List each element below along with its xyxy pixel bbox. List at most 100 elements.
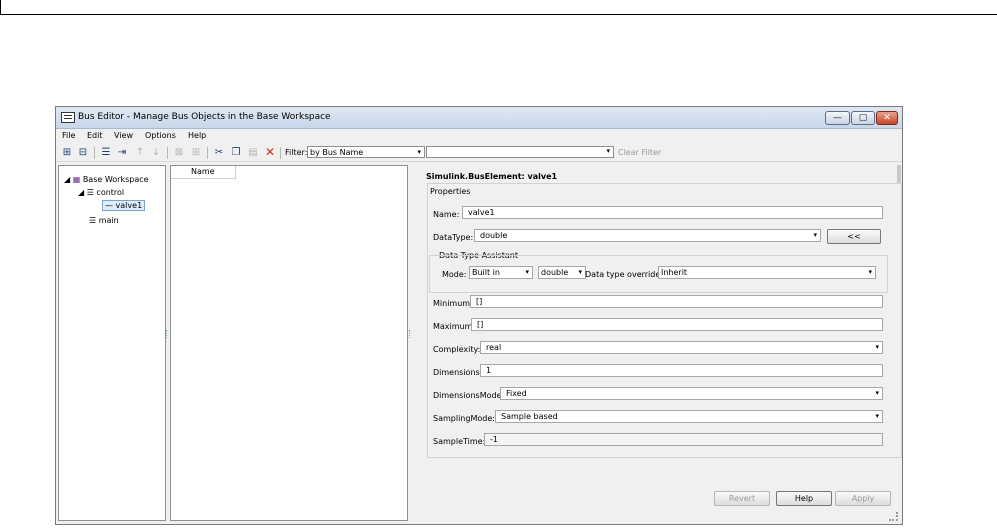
add-element-icon[interactable]: ⇥ bbox=[116, 147, 128, 158]
tree-item-label: control bbox=[96, 188, 125, 197]
properties-pane: Simulink.BusElement: valve1 Properties N… bbox=[412, 165, 902, 521]
tree-item-valve1[interactable]: — valve1 bbox=[102, 200, 146, 211]
toolbar-separator bbox=[280, 147, 281, 159]
properties-group-label: Properties bbox=[430, 187, 471, 196]
dimensions-value: 1 bbox=[486, 366, 492, 375]
chevron-down-icon: ▾ bbox=[417, 148, 421, 156]
tree-root[interactable]: ◢ ▦ Base Workspace bbox=[64, 175, 149, 184]
move-up-icon[interactable]: ↑ bbox=[134, 147, 146, 158]
dimensionsmode-value: Fixed bbox=[506, 389, 527, 398]
chevron-down-icon: ▾ bbox=[525, 268, 529, 276]
bus-icon: ☰ bbox=[89, 216, 97, 225]
workspace-icon: ▦ bbox=[72, 175, 81, 184]
datatype-value: double bbox=[480, 231, 508, 240]
new-bus-icon[interactable]: ⊞ bbox=[61, 147, 73, 158]
menu-view[interactable]: View bbox=[114, 131, 133, 140]
chevron-down-icon: ▾ bbox=[813, 231, 817, 239]
toolbar-separator bbox=[94, 147, 95, 159]
bus-editor-app-icon bbox=[61, 112, 75, 123]
dimensions-field[interactable]: 1 bbox=[480, 364, 883, 377]
expand-triangle-icon[interactable]: ◢ bbox=[78, 188, 84, 197]
filter-label: Filter: bbox=[285, 148, 308, 157]
collapse-icon[interactable]: ⊞ bbox=[190, 147, 202, 158]
copy-icon[interactable]: ❐ bbox=[230, 147, 242, 158]
menu-bar: File Edit View Options Help bbox=[56, 130, 902, 142]
page-rule-vertical bbox=[0, 0, 1, 15]
complexity-select[interactable]: real ▾ bbox=[480, 341, 883, 354]
cut-icon[interactable]: ✂ bbox=[213, 147, 225, 158]
minimize-button[interactable]: — bbox=[825, 111, 850, 125]
help-button[interactable]: Help bbox=[776, 491, 832, 506]
data-type-override-select[interactable]: Inherit ▾ bbox=[658, 266, 876, 279]
data-type-override-label: Data type override: bbox=[585, 270, 663, 279]
mode-value: Built in bbox=[472, 268, 500, 277]
datatype-select[interactable]: double ▾ bbox=[474, 229, 821, 242]
new-bus-element-icon[interactable]: ⊟ bbox=[77, 147, 89, 158]
name-field[interactable]: valve1 bbox=[462, 206, 883, 219]
tree-item-control[interactable]: ◢ ☰ control bbox=[78, 188, 124, 197]
datatype-label: DataType: bbox=[433, 233, 474, 242]
tree-root-label: Base Workspace bbox=[82, 175, 149, 184]
toolbar: ⊞ ⊟ ☰ ⇥ ↑ ↓ ⊠ ⊞ ✂ ❐ ▤ ✕ Filter: by Bus N… bbox=[56, 144, 902, 162]
maximum-field[interactable]: [] bbox=[471, 318, 883, 331]
samplingmode-label: SamplingMode: bbox=[433, 414, 495, 423]
maximum-label: Maximum: bbox=[433, 322, 476, 331]
filter-mode-value: by Bus Name bbox=[310, 148, 364, 157]
toolbar-separator bbox=[207, 147, 208, 159]
dimensionsmode-select[interactable]: Fixed ▾ bbox=[500, 387, 883, 400]
insert-bus-element-icon[interactable]: ☰ bbox=[100, 147, 112, 158]
page-rule-horizontal bbox=[0, 14, 997, 15]
properties-scrollbar-thumb[interactable] bbox=[897, 165, 901, 183]
close-button[interactable]: ✕ bbox=[876, 111, 898, 125]
chevron-down-icon: ▾ bbox=[875, 389, 879, 397]
delete-icon[interactable]: ✕ bbox=[264, 146, 276, 158]
column-header-name[interactable]: Name bbox=[171, 166, 236, 179]
menu-help[interactable]: Help bbox=[188, 131, 206, 140]
name-label: Name: bbox=[433, 210, 460, 219]
builtin-type-select[interactable]: double ▾ bbox=[538, 266, 586, 279]
bus-element-icon: — bbox=[105, 201, 113, 210]
builtin-type-value: double bbox=[541, 268, 569, 277]
menu-edit[interactable]: Edit bbox=[87, 131, 103, 140]
minimum-label: Minimum: bbox=[433, 299, 473, 308]
mode-select[interactable]: Built in ▾ bbox=[469, 266, 533, 279]
menu-file[interactable]: File bbox=[62, 131, 75, 140]
minimum-value: [] bbox=[476, 297, 483, 306]
name-value: valve1 bbox=[468, 208, 495, 217]
expand-icon[interactable]: ⊠ bbox=[173, 147, 185, 158]
maximize-button[interactable]: ▢ bbox=[851, 111, 875, 125]
complexity-label: Complexity: bbox=[433, 345, 481, 354]
revert-button[interactable]: Revert bbox=[714, 491, 770, 506]
chevron-down-icon: ▾ bbox=[868, 268, 872, 276]
paste-icon[interactable]: ▤ bbox=[247, 147, 259, 158]
data-type-assistant-toggle-button[interactable]: << bbox=[827, 229, 881, 244]
mode-label: Mode: bbox=[442, 270, 467, 279]
bus-hierarchy-tree: ◢ ▦ Base Workspace ◢ ☰ control — valve1 … bbox=[58, 165, 166, 521]
bus-element-list: Name bbox=[170, 165, 408, 521]
chevron-down-icon: ▾ bbox=[578, 268, 582, 276]
samplingmode-select[interactable]: Sample based ▾ bbox=[495, 410, 883, 423]
filter-mode-select[interactable]: by Bus Name ▾ bbox=[307, 146, 425, 158]
dimensionsmode-label: DimensionsMode: bbox=[433, 391, 505, 400]
tree-item-main[interactable]: ☰ main bbox=[89, 216, 119, 225]
menu-options[interactable]: Options bbox=[145, 131, 176, 140]
minimum-field[interactable]: [] bbox=[470, 295, 883, 308]
resize-grip-icon[interactable] bbox=[889, 512, 898, 521]
bus-editor-window: Bus Editor - Manage Bus Objects in the B… bbox=[55, 106, 903, 525]
properties-header: Simulink.BusElement: valve1 bbox=[426, 172, 558, 181]
expand-triangle-icon[interactable]: ◢ bbox=[64, 175, 70, 184]
apply-button[interactable]: Apply bbox=[835, 491, 891, 506]
maximum-value: [] bbox=[477, 320, 484, 329]
move-down-icon[interactable]: ↓ bbox=[150, 147, 162, 158]
sampletime-value: -1 bbox=[490, 435, 498, 444]
clear-filter-link[interactable]: Clear Filter bbox=[618, 148, 661, 157]
chevron-down-icon: ▾ bbox=[875, 343, 879, 351]
title-bar[interactable]: Bus Editor - Manage Bus Objects in the B… bbox=[56, 107, 902, 129]
splitter-handle[interactable] bbox=[166, 330, 169, 338]
toolbar-separator bbox=[167, 147, 168, 159]
samplingmode-value: Sample based bbox=[501, 412, 558, 421]
bus-icon: ☰ bbox=[86, 188, 94, 197]
sampletime-field[interactable]: -1 bbox=[484, 433, 883, 446]
window-title: Bus Editor - Manage Bus Objects in the B… bbox=[78, 112, 331, 122]
filter-text-input[interactable]: ▾ bbox=[426, 146, 614, 158]
